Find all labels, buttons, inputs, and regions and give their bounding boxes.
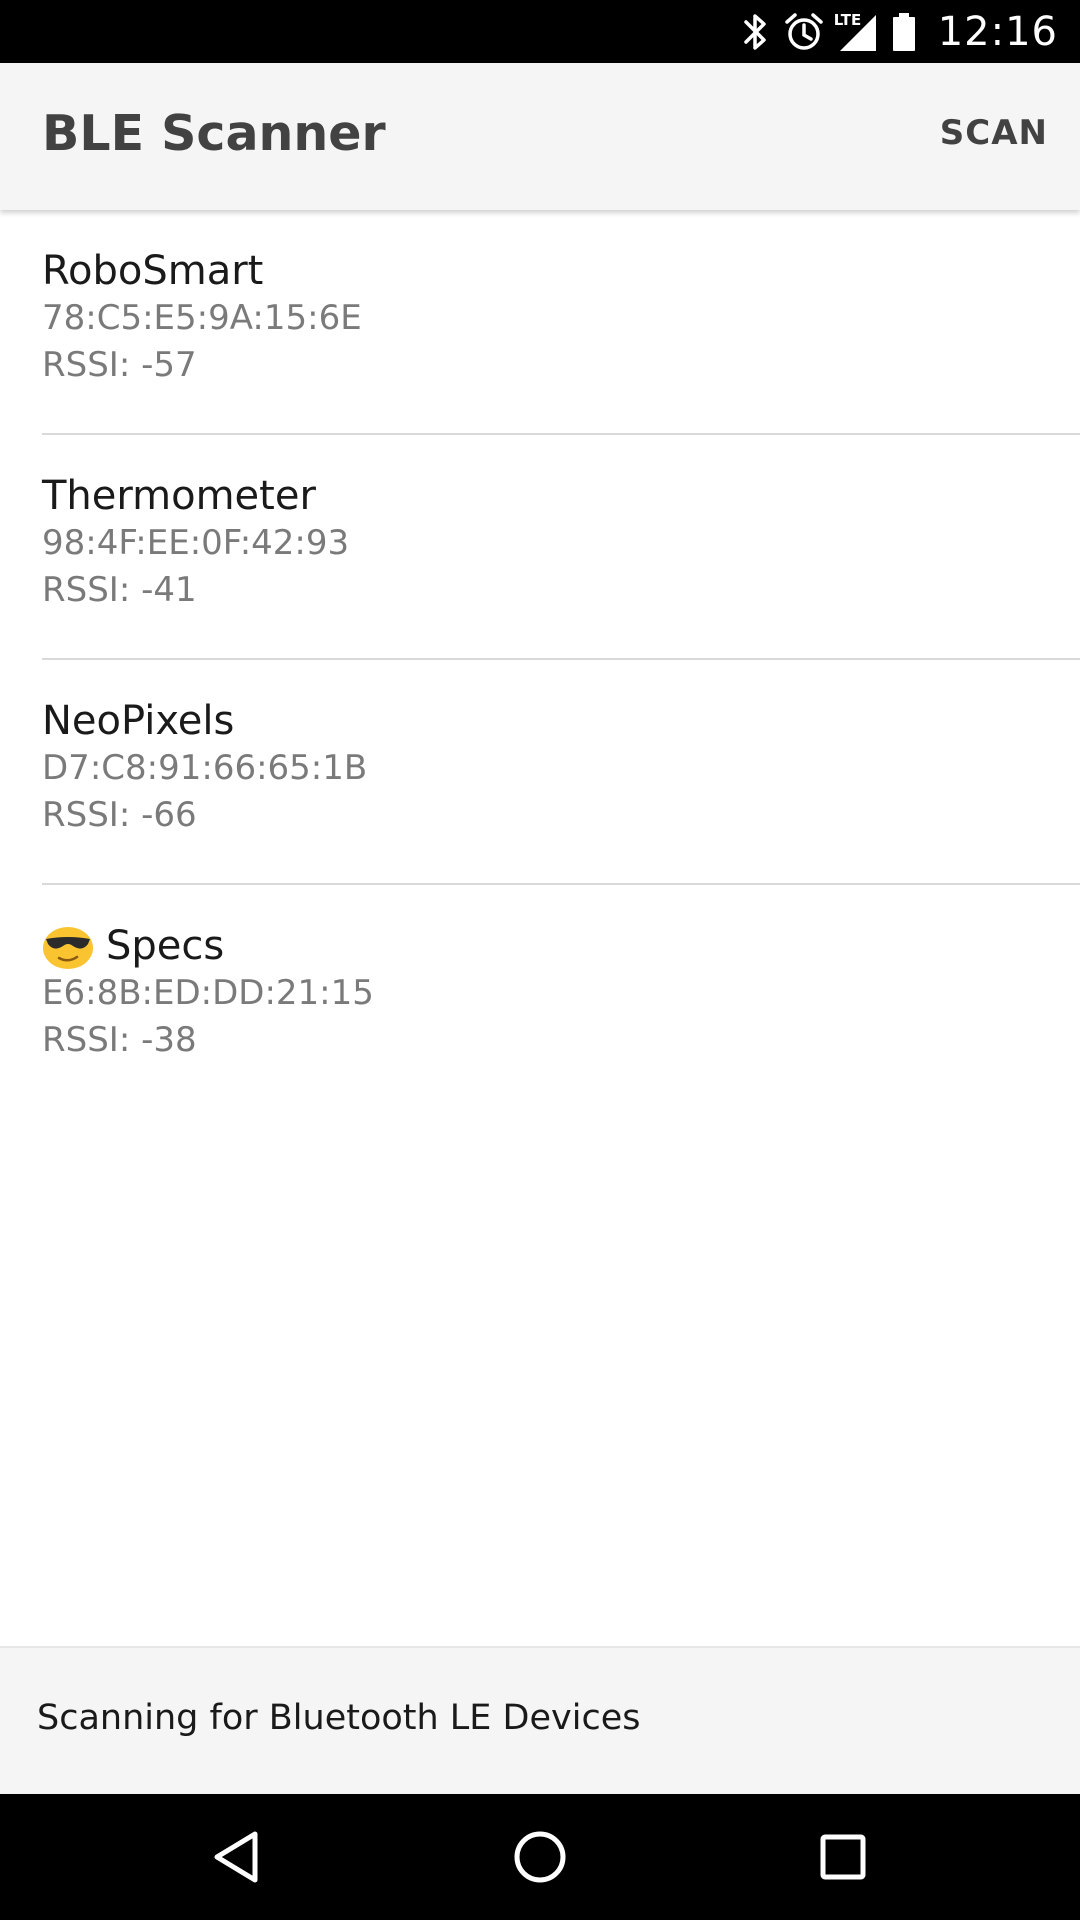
home-icon[interactable]	[510, 1827, 570, 1887]
lte-label: LTE	[833, 10, 862, 29]
device-list-item[interactable]: Thermometer 98:4F:EE:0F:42:93 RSSI: -41	[0, 435, 1080, 660]
device-address: 78:C5:E5:9A:15:6E	[42, 298, 362, 338]
scan-status-panel: Scanning for Bluetooth LE Devices	[0, 1646, 1080, 1794]
device-list-item[interactable]: Specs E6:8B:ED:DD:21:15 RSSI: -38	[0, 885, 1080, 1110]
app-title: BLE Scanner	[42, 105, 386, 162]
device-name: Thermometer	[42, 473, 316, 519]
device-address: D7:C8:91:66:65:1B	[42, 748, 368, 788]
recents-icon[interactable]	[813, 1827, 873, 1887]
device-list-item[interactable]: NeoPixels D7:C8:91:66:65:1B RSSI: -66	[0, 660, 1080, 885]
sunglasses-emoji-icon	[42, 922, 94, 970]
bluetooth-icon	[742, 12, 770, 52]
device-rssi: RSSI: -38	[42, 1020, 197, 1060]
app-bar: BLE Scanner SCAN	[0, 63, 1080, 210]
device-rssi: RSSI: -41	[42, 570, 197, 610]
device-name: Specs	[106, 923, 225, 969]
device-name-row: Specs	[42, 922, 1080, 970]
device-name: NeoPixels	[42, 698, 235, 744]
status-time: 12:16	[937, 8, 1058, 55]
battery-icon	[892, 12, 916, 52]
screen: LTE 12:16 BLE Scanner SCAN RoboSmart 78:…	[0, 0, 1080, 1920]
back-icon[interactable]	[206, 1827, 266, 1887]
device-list-item[interactable]: RoboSmart 78:C5:E5:9A:15:6E RSSI: -57	[0, 210, 1080, 435]
scan-button[interactable]: SCAN	[940, 113, 1048, 153]
nav-bar	[0, 1794, 1080, 1920]
device-address: E6:8B:ED:DD:21:15	[42, 973, 374, 1013]
status-bar: LTE 12:16	[0, 0, 1080, 63]
device-list: RoboSmart 78:C5:E5:9A:15:6E RSSI: -57 Th…	[0, 210, 1080, 1110]
device-name: RoboSmart	[42, 248, 264, 294]
device-address: 98:4F:EE:0F:42:93	[42, 523, 350, 563]
alarm-icon	[784, 12, 824, 52]
device-rssi: RSSI: -66	[42, 795, 197, 835]
lte-signal-icon: LTE	[834, 11, 878, 53]
device-rssi: RSSI: -57	[42, 345, 197, 385]
scan-status-text: Scanning for Bluetooth LE Devices	[37, 1698, 641, 1738]
